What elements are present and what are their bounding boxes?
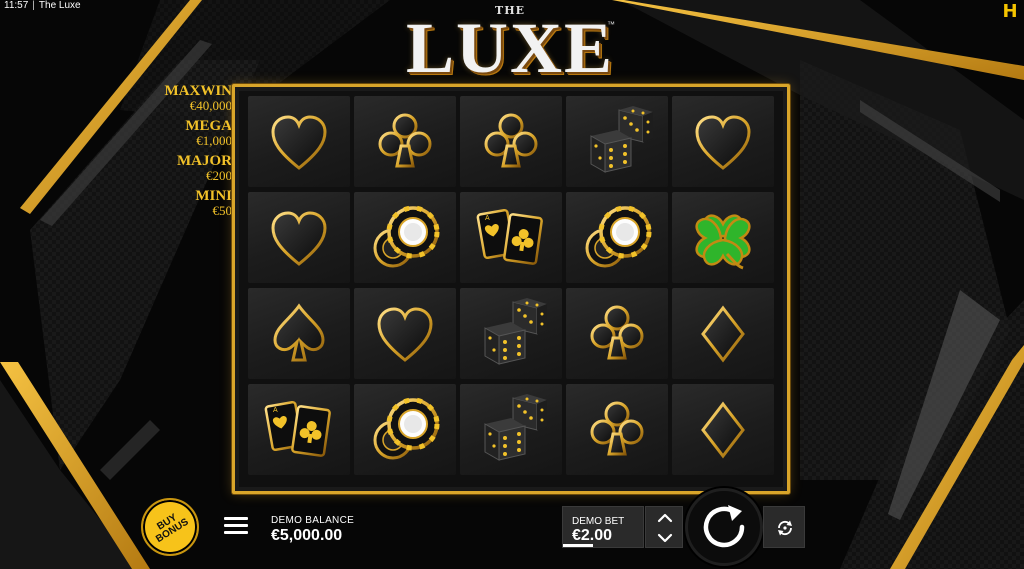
aces-symbol-icon: A <box>476 208 543 265</box>
autoplay-button[interactable] <box>763 506 805 548</box>
bet-increase-button[interactable] <box>656 509 674 527</box>
jackpot-name: MAJOR <box>177 153 232 169</box>
diamond-symbol-icon <box>701 401 745 459</box>
reel-cell <box>248 288 350 379</box>
heart-symbol-icon <box>377 307 433 362</box>
dice-symbol-icon <box>484 298 547 365</box>
chevron-up-icon <box>657 513 673 523</box>
club-symbol-icon <box>484 113 538 168</box>
bet-level-bar <box>563 544 593 547</box>
reel-cell <box>460 384 562 475</box>
autoplay-icon <box>778 520 792 536</box>
jackpot-value: €200 <box>206 168 232 183</box>
game-logo: THE LUXE ™ <box>395 2 635 86</box>
reel-cell <box>248 192 350 283</box>
reel-cell <box>566 192 668 283</box>
heart-symbol-icon <box>271 211 327 266</box>
balance-label: DEMO BALANCE <box>271 515 355 526</box>
dice-symbol-icon <box>484 394 547 461</box>
jackpot-mini: MINI €50 <box>160 189 232 218</box>
reel-grid: A A <box>248 96 774 482</box>
jackpot-value: €1,000 <box>196 133 232 148</box>
reel-cell <box>460 96 562 187</box>
jackpot-name: MAXWIN <box>164 83 233 99</box>
heart-symbol-icon <box>695 115 751 170</box>
reel-frame: A A <box>232 84 790 494</box>
status-bar: 11:57 | The Luxe <box>0 0 200 14</box>
bet-display: DEMO BET €2.00 <box>562 506 644 548</box>
reel-cell <box>566 384 668 475</box>
reel-cell: A <box>460 192 562 283</box>
heart-symbol-icon <box>271 115 327 170</box>
spin-button[interactable] <box>685 488 763 566</box>
reel-cell: A <box>248 384 350 475</box>
reel-cell <box>248 96 350 187</box>
dice-symbol-icon <box>590 106 653 173</box>
menu-icon[interactable] <box>224 517 248 537</box>
reel-cell <box>354 96 456 187</box>
jackpot-major: MAJOR €200 <box>160 154 232 183</box>
chevron-down-icon <box>657 533 673 543</box>
jackpot-value: €50 <box>212 203 233 218</box>
chips-symbol-icon <box>373 397 440 460</box>
reel-cell <box>672 384 774 475</box>
jackpot-list: MAXWIN €40,000 MEGA €1,000 MAJOR €200 MI… <box>160 83 233 224</box>
club-symbol-icon <box>378 113 432 168</box>
svg-text:A: A <box>485 215 490 222</box>
svg-text:A: A <box>273 407 278 414</box>
bet-label: DEMO BET <box>572 516 625 527</box>
buy-bonus-button[interactable]: BUY BONUS <box>141 498 199 556</box>
brand-logo-icon: H <box>1002 1 1018 22</box>
aces-symbol-icon: A <box>264 400 331 457</box>
reel-cell <box>566 288 668 379</box>
jackpot-name: MEGA <box>185 118 232 134</box>
jackpot-maxwin: MAXWIN €40,000 <box>160 83 233 113</box>
chips-symbol-icon <box>373 205 440 268</box>
bet-decrease-button[interactable] <box>656 529 674 547</box>
clock-time: 11:57 <box>4 0 29 11</box>
reel-cell <box>460 288 562 379</box>
clover-symbol-icon <box>695 214 751 270</box>
bet-value: €2.00 <box>572 527 613 544</box>
spade-symbol-icon <box>273 303 325 362</box>
status-separator: | <box>32 0 35 11</box>
club-symbol-icon <box>590 401 644 456</box>
balance-value: €5,000.00 <box>271 527 343 544</box>
balance-display: DEMO BALANCE €5,000.00 <box>271 515 354 545</box>
game-title-text: The Luxe <box>38 0 81 11</box>
logo-trademark: ™ <box>607 20 615 29</box>
jackpot-mega: MEGA €1,000 <box>160 119 232 148</box>
diamond-symbol-icon <box>701 305 745 363</box>
chips-symbol-icon <box>585 205 652 268</box>
reel-cell <box>672 192 774 283</box>
reel-cell <box>672 96 774 187</box>
reel-cell <box>354 192 456 283</box>
bet-adjuster <box>645 506 683 548</box>
jackpot-name: MINI <box>195 188 232 204</box>
spin-arrow-icon <box>703 505 745 548</box>
reel-cell <box>354 288 456 379</box>
jackpot-value: €40,000 <box>189 98 232 113</box>
reel-cell <box>672 288 774 379</box>
club-symbol-icon <box>590 305 644 360</box>
reel-cell <box>354 384 456 475</box>
buy-bonus-label: BUY BONUS <box>154 512 191 546</box>
reel-cell <box>566 96 668 187</box>
logo-main: LUXE <box>405 8 615 88</box>
